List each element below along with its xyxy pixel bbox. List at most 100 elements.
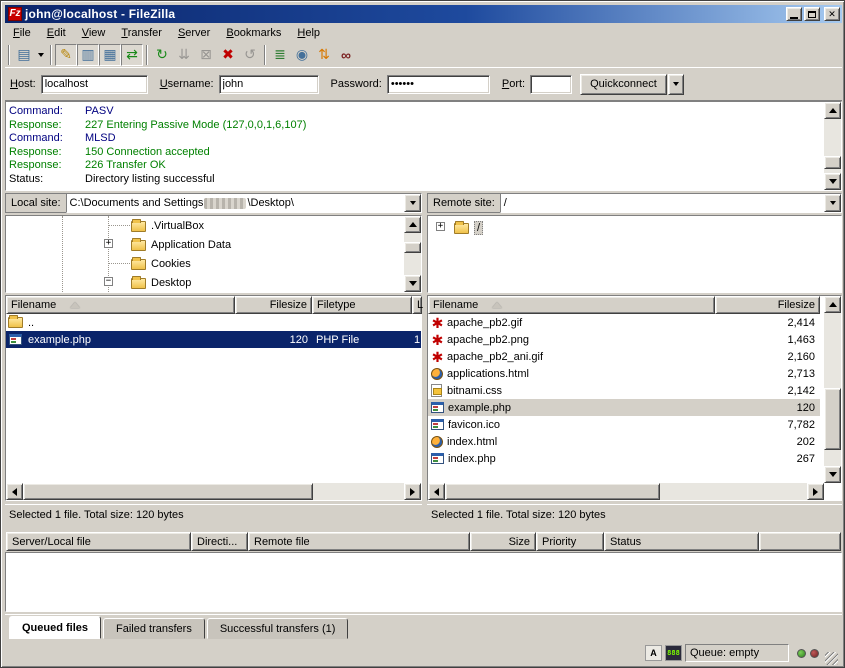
compare-button[interactable]: ◉: [291, 44, 313, 66]
reconnect-button[interactable]: ↺: [239, 44, 261, 66]
chevron-down-icon: [410, 201, 416, 205]
local-site-combobox[interactable]: C:\Documents and Settings\Desktop\: [66, 193, 422, 213]
toggle-queue-button[interactable]: ⇄: [121, 44, 143, 66]
remote-list-scrollbar[interactable]: [824, 296, 841, 483]
scrollbar-thumb[interactable]: [824, 156, 841, 169]
collapse-icon[interactable]: −: [104, 277, 113, 286]
tree-item-virtualbox[interactable]: .VirtualBox: [6, 216, 388, 235]
username-input[interactable]: [219, 75, 319, 94]
file-row-example-php[interactable]: example.php 120: [428, 399, 820, 416]
quickconnect-button[interactable]: Quickconnect: [580, 74, 667, 95]
tab-successful-transfers[interactable]: Successful transfers (1): [207, 618, 349, 639]
resize-grip[interactable]: [825, 652, 838, 665]
host-input[interactable]: [41, 75, 148, 94]
log-scrollbar[interactable]: [824, 102, 841, 190]
password-input[interactable]: [387, 75, 490, 94]
arrow-up-icon: [829, 302, 837, 307]
file-row[interactable]: ✱apache_pb2.gif 2,414: [428, 314, 820, 331]
remote-tree-toggle-icon: ▦: [103, 46, 116, 63]
remote-site-combobox[interactable]: /: [500, 193, 842, 213]
file-row-example-php[interactable]: example.php 120 PHP File 1: [6, 331, 421, 348]
local-site-dropdown[interactable]: [404, 194, 421, 212]
file-row-parent-dir[interactable]: ..: [6, 314, 421, 331]
filter-button[interactable]: ≣: [269, 44, 291, 66]
column-header-filename[interactable]: Filename: [428, 296, 715, 314]
file-row[interactable]: favicon.ico 7,782: [428, 416, 820, 433]
menu-file[interactable]: File: [5, 25, 39, 41]
file-row[interactable]: index.php 267: [428, 450, 820, 467]
tree-item-desktop[interactable]: − Desktop: [6, 273, 388, 292]
cancel-operation-button[interactable]: ⊠: [195, 44, 217, 66]
scrollbar-thumb[interactable]: [23, 483, 313, 500]
column-header-server-local-file[interactable]: Server/Local file: [6, 532, 191, 551]
file-row[interactable]: bitnami.css 2,142: [428, 382, 820, 399]
process-queue-button[interactable]: ⇊: [173, 44, 195, 66]
menu-server[interactable]: Server: [170, 25, 218, 41]
maximize-button[interactable]: [804, 7, 820, 21]
column-header-status[interactable]: Status: [604, 532, 759, 551]
local-site-label: Local site:: [5, 193, 66, 213]
file-row[interactable]: ✱apache_pb2.png 1,463: [428, 331, 820, 348]
scroll-right-button[interactable]: [807, 483, 824, 500]
tree-item-application-data[interactable]: + Application Data: [6, 235, 388, 254]
titlebar[interactable]: Fz john@localhost - FileZilla ✕: [5, 5, 842, 23]
toggle-remote-tree-button[interactable]: ▦: [99, 44, 121, 66]
scroll-left-button[interactable]: [6, 483, 23, 500]
column-header-filesize[interactable]: Filesize: [715, 296, 820, 314]
column-header-priority[interactable]: Priority: [536, 532, 604, 551]
scroll-up-button[interactable]: [404, 216, 421, 233]
scroll-left-button[interactable]: [428, 483, 445, 500]
expand-icon[interactable]: +: [436, 222, 445, 231]
tab-queued-files[interactable]: Queued files: [9, 616, 101, 639]
column-header-filetype[interactable]: Filetype: [312, 296, 412, 314]
sync-browsing-button[interactable]: ⇅: [313, 44, 335, 66]
column-header-size[interactable]: Size: [470, 532, 536, 551]
scroll-up-button[interactable]: [824, 296, 841, 313]
tab-failed-transfers[interactable]: Failed transfers: [103, 618, 205, 639]
scroll-up-button[interactable]: [824, 102, 841, 119]
close-button[interactable]: ✕: [824, 7, 840, 21]
column-header-direction[interactable]: Directi...: [191, 532, 248, 551]
minimize-button[interactable]: [786, 7, 802, 21]
file-row[interactable]: ✱apache_pb2_ani.gif 2,160: [428, 348, 820, 365]
file-row[interactable]: index.html 202: [428, 433, 820, 450]
file-row[interactable]: applications.html 2,713: [428, 365, 820, 382]
menu-view[interactable]: View: [74, 25, 114, 41]
remote-site-dropdown[interactable]: [824, 194, 841, 212]
menu-bookmarks[interactable]: Bookmarks: [218, 25, 289, 41]
site-manager-dropdown[interactable]: [35, 44, 47, 66]
queue-header: Server/Local file Directi... Remote file…: [5, 531, 842, 552]
column-header-filename[interactable]: Filename: [6, 296, 235, 314]
toggle-log-button[interactable]: ✎: [55, 44, 77, 66]
scrollbar-thumb[interactable]: [445, 483, 660, 500]
scrollbar-thumb[interactable]: [404, 242, 421, 253]
disconnect-button[interactable]: ✖: [217, 44, 239, 66]
toggle-local-tree-button[interactable]: ▥: [77, 44, 99, 66]
scroll-down-button[interactable]: [824, 466, 841, 483]
menu-edit[interactable]: Edit: [39, 25, 74, 41]
redacted-username: [204, 198, 246, 209]
local-list-hscrollbar[interactable]: [6, 483, 421, 500]
menu-help[interactable]: Help: [289, 25, 328, 41]
column-header-empty[interactable]: [759, 532, 841, 551]
menu-transfer[interactable]: Transfer: [113, 25, 170, 41]
column-header-last-modified[interactable]: L: [412, 296, 422, 314]
port-label: Port:: [502, 78, 525, 90]
scrollbar-thumb[interactable]: [824, 388, 841, 450]
quickconnect-dropdown[interactable]: [668, 74, 684, 95]
local-tree-scrollbar[interactable]: [404, 216, 421, 292]
port-input[interactable]: [530, 75, 572, 94]
column-header-remote-file[interactable]: Remote file: [248, 532, 470, 551]
expand-icon[interactable]: +: [104, 239, 113, 248]
scroll-right-button[interactable]: [404, 483, 421, 500]
scroll-down-button[interactable]: [824, 173, 841, 190]
tree-item-root[interactable]: + /: [428, 218, 828, 237]
column-header-filesize[interactable]: Filesize: [235, 296, 312, 314]
scroll-down-button[interactable]: [404, 275, 421, 292]
find-button[interactable]: ∞: [335, 44, 357, 66]
remote-directory-tree: + /: [427, 215, 842, 293]
tree-item-cookies[interactable]: Cookies: [6, 254, 388, 273]
remote-list-hscrollbar[interactable]: [428, 483, 824, 500]
site-manager-button[interactable]: ▤: [13, 44, 35, 66]
refresh-button[interactable]: ↻: [151, 44, 173, 66]
